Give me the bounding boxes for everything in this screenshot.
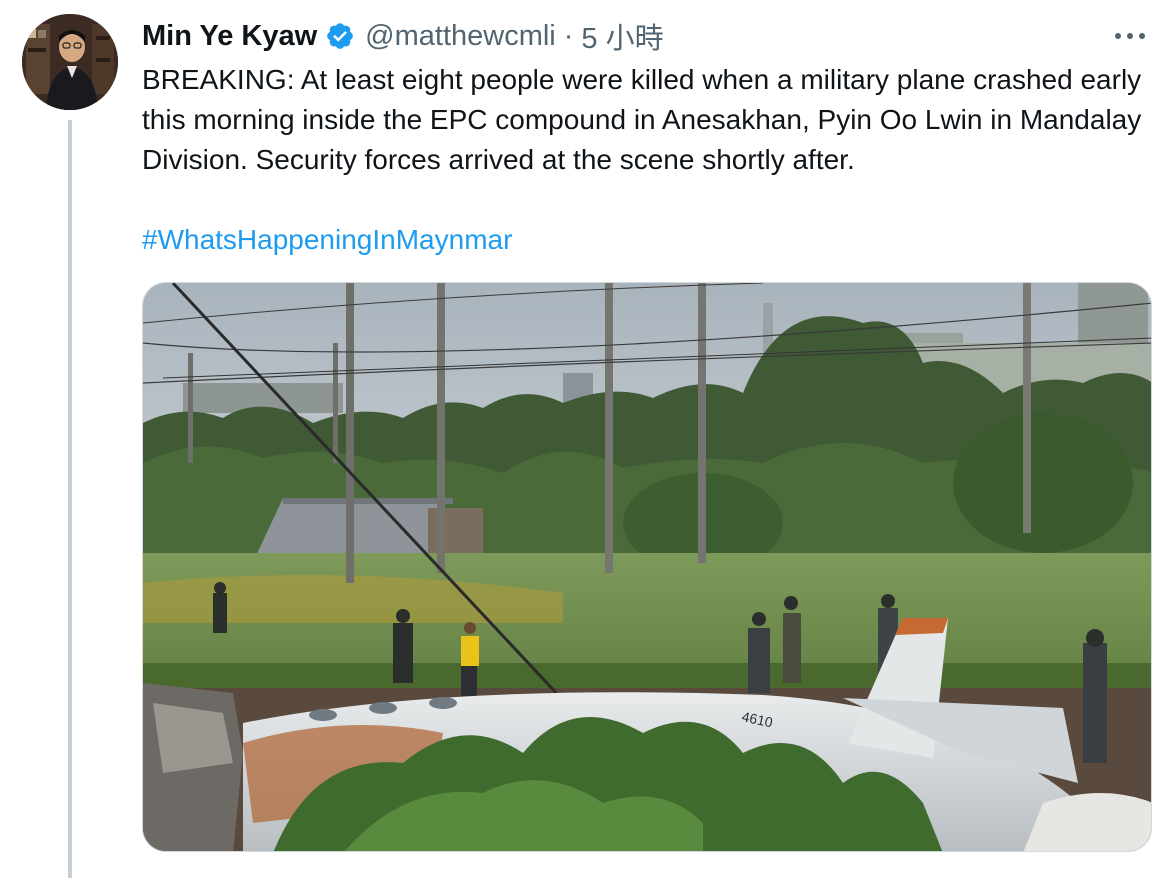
timestamp[interactable]: 5 小時 xyxy=(581,15,663,57)
avatar-photo xyxy=(22,14,118,110)
tweet-body: BREAKING: At least eight people were kil… xyxy=(142,60,1162,260)
separator-dot: · xyxy=(563,19,574,52)
tweet-header: Min Ye Kyaw @matthewcmli · 5 小時 xyxy=(142,14,664,58)
author-handle[interactable]: @matthewcmli xyxy=(365,20,556,53)
thread-connector-line xyxy=(68,120,72,878)
more-options-icon[interactable] xyxy=(1112,18,1148,54)
crash-scene-photo: 4610 xyxy=(143,283,1151,851)
hashtag-link[interactable]: #WhatsHappeningInMaynmar xyxy=(142,220,512,260)
author-display-name[interactable]: Min Ye Kyaw xyxy=(142,20,317,53)
verified-badge-icon xyxy=(325,21,355,51)
tweet-text: BREAKING: At least eight people were kil… xyxy=(142,64,1142,175)
tweet-media-photo[interactable]: 4610 xyxy=(142,282,1152,852)
avatar[interactable] xyxy=(22,14,118,110)
